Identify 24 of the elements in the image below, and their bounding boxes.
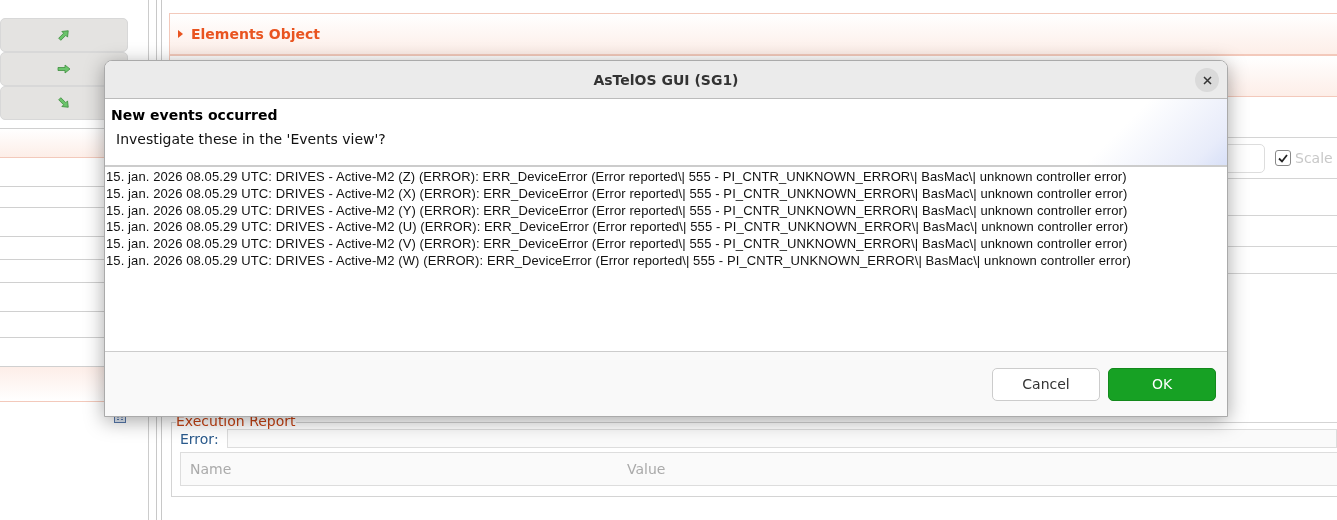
close-button[interactable] <box>1195 68 1219 92</box>
error-field[interactable] <box>226 429 1337 448</box>
close-icon <box>1202 75 1212 85</box>
dialog-question: Investigate these in the 'Events view'? <box>115 131 387 147</box>
section-header[interactable]: Elements Object <box>169 13 1337 55</box>
error-label: Error: <box>180 430 219 447</box>
event-entry: 15. jan. 2026 08.05.29 UTC: DRIVES - Active-M2 (W) (ERROR): ERR_DeviceError (Error reported\| 555 - PI_CNTR_UNKNOWN_ERROR\| BasMac\| unknown controller error) <box>106 253 1133 270</box>
dialog-heading: New events occurred <box>111 107 279 123</box>
event-entry: 15. jan. 2026 08.05.29 UTC: DRIVES - Active-M2 (X) (ERROR): ERR_DeviceError (Error reported\| 555 - PI_CNTR_UNKNOWN_ERROR\| BasMac\| unknown controller error) <box>106 185 1129 203</box>
column-header[interactable]: Name <box>181 453 618 485</box>
arrow-icon <box>57 62 71 76</box>
expand-arrow-icon <box>178 30 183 38</box>
ok-button[interactable]: OK <box>1108 367 1216 401</box>
event-entry: 15. jan. 2026 08.05.29 UTC: DRIVES - Active-M2 (U) (ERROR): ERR_DeviceError (Error reported\| 555 - PI_CNTR_UNKNOWN_ERROR\| BasMac\| unknown controller error) <box>106 219 1130 237</box>
event-entry: 15. jan. 2026 08.05.29 UTC: DRIVES - Active-M2 (V) (ERROR): ERR_DeviceError (Error reported\| 555 - PI_CNTR_UNKNOWN_ERROR\| BasMac\| unknown controller error) <box>106 236 1129 253</box>
arrow-icon <box>57 28 71 42</box>
column-header[interactable]: Value <box>618 453 1027 485</box>
check-icon <box>1278 153 1288 163</box>
window-title: AsTelOS GUI (SG1) <box>593 71 739 88</box>
cancel-button[interactable]: Cancel <box>992 367 1100 401</box>
event-entry: 15. jan. 2026 08.05.29 UTC: DRIVES - Active-M2 (Z) (ERROR): ERR_DeviceError (Error reported\| 555 - PI_CNTR_UNKNOWN_ERROR\| BasMac\| unknown controller error) <box>106 169 1128 186</box>
event-entry: 15. jan. 2026 08.05.29 UTC: DRIVES - Active-M2 (Y) (ERROR): ERR_DeviceError (Error reported\| 555 - PI_CNTR_UNKNOWN_ERROR\| BasMac\| unknown controller error) <box>106 202 1129 220</box>
section-title: Elements Object <box>191 26 320 42</box>
arrow-icon <box>57 96 71 110</box>
